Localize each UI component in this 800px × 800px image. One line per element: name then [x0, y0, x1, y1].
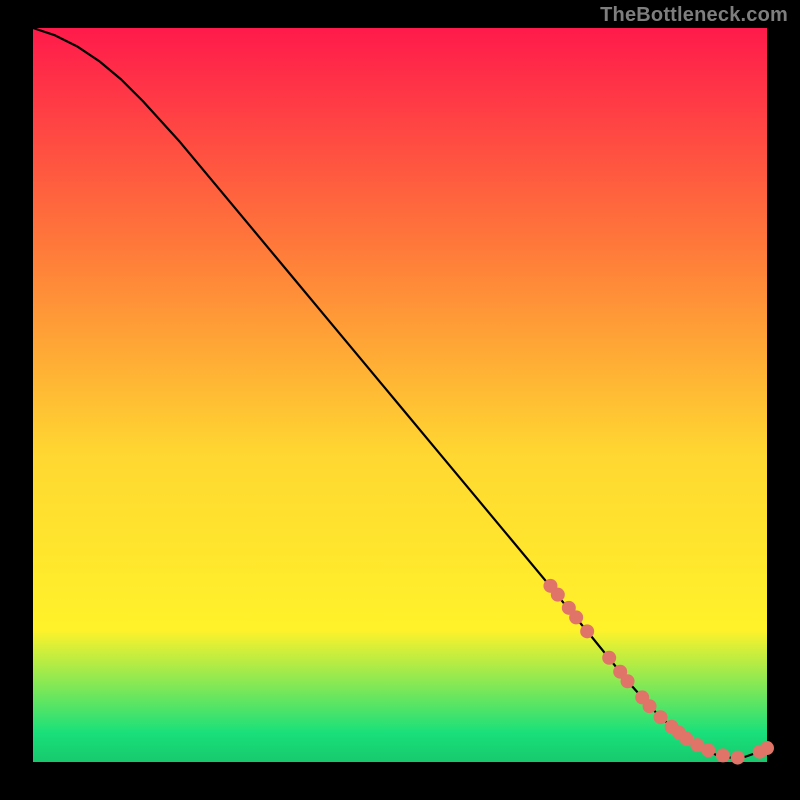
curve-marker [760, 741, 774, 755]
gradient-plot-area [33, 28, 767, 762]
chart-container: { "watermark": "TheBottleneck.com", "col… [0, 0, 800, 800]
curve-marker [701, 743, 715, 757]
curve-marker [643, 699, 657, 713]
curve-marker [602, 651, 616, 665]
curve-marker [551, 588, 565, 602]
curve-marker [716, 748, 730, 762]
curve-marker [654, 710, 668, 724]
curve-marker [621, 674, 635, 688]
curve-marker [731, 751, 745, 765]
watermark-text: TheBottleneck.com [600, 4, 788, 27]
curve-marker [569, 610, 583, 624]
chart-svg [0, 0, 800, 800]
curve-marker [580, 624, 594, 638]
